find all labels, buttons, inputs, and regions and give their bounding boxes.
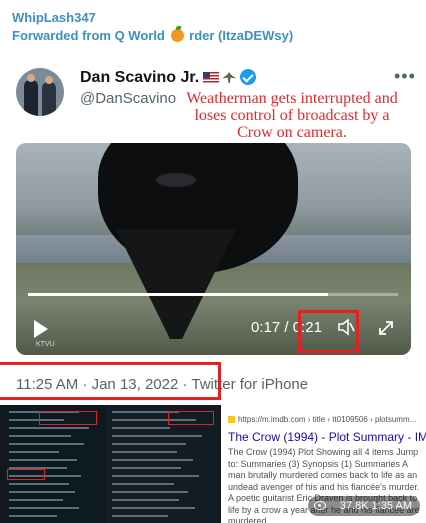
- display-name: Dan Scavino Jr.: [80, 69, 257, 87]
- crow-shine: [156, 173, 196, 187]
- user-handle: @DanScavino: [80, 90, 177, 107]
- sender-name[interactable]: WhipLash347: [12, 10, 96, 25]
- avatar: [16, 68, 64, 116]
- forwarded-from-label: Forwarded from Q World: [12, 28, 165, 43]
- time-elapsed: 0:17: [251, 319, 281, 336]
- video-progress-bar: [28, 293, 398, 296]
- result-title[interactable]: The Crow (1994) - Plot Summary - IMDb: [228, 430, 426, 444]
- eye-icon: [314, 501, 326, 510]
- message-meta: 37.8K 1:35 AM: [308, 496, 420, 516]
- highlight-box-duration: [298, 310, 359, 353]
- post-time: 1:35 AM: [371, 500, 412, 512]
- fullscreen-icon: [379, 321, 393, 335]
- display-name-text: Dan Scavino Jr.: [80, 69, 200, 86]
- channel-watermark: KTVU: [36, 341, 55, 348]
- eagle-icon: [222, 72, 237, 83]
- thumbnail-dark-list-2[interactable]: [106, 405, 218, 523]
- us-flag-icon: [203, 72, 220, 83]
- more-options-icon: •••: [394, 66, 416, 86]
- thumbnail-highlight: [7, 469, 45, 480]
- tweet-screenshot: Dan Scavino Jr. @DanScavino ••• Weatherm…: [0, 50, 426, 405]
- imdb-favicon-icon: [228, 416, 235, 423]
- verified-badge-icon: [240, 69, 257, 85]
- annotation-text: Weatherman gets interrupted and loses co…: [186, 90, 398, 141]
- thumbnail-highlight: [39, 411, 97, 425]
- thumbnail-highlight: [168, 411, 214, 425]
- orange-icon: [170, 26, 184, 42]
- thumbnail-dark-list-1[interactable]: [3, 405, 103, 523]
- forwarded-from[interactable]: Forwarded from Q World rder (ItzaDEWsy): [12, 26, 294, 43]
- forwarded-suffix: rder (ItzaDEWsy): [189, 28, 294, 43]
- result-source-url: https://m.imdb.com › title › tt0109506 ›…: [238, 415, 417, 424]
- result-source: https://m.imdb.com › title › tt0109506 ›…: [228, 415, 416, 424]
- play-icon: [34, 320, 48, 338]
- highlight-box-timestamp: [0, 362, 221, 400]
- video-progress-fill: [28, 293, 328, 296]
- view-count: 37.8K: [339, 500, 369, 512]
- telegram-message: WhipLash347 Forwarded from Q World rder …: [0, 0, 426, 523]
